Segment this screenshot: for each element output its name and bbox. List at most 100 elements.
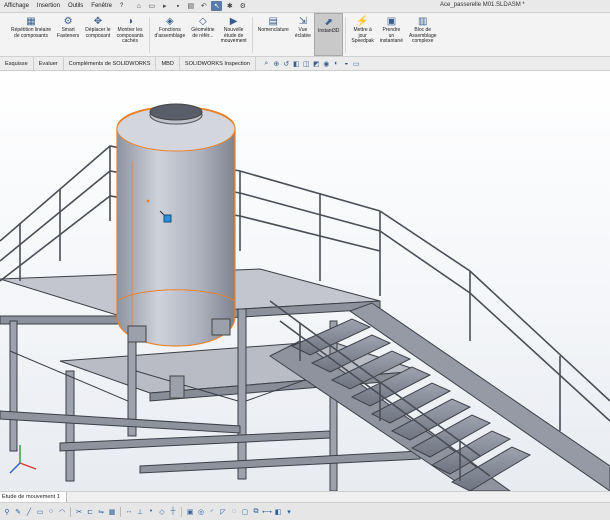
dimension-icon[interactable]: ↔ xyxy=(124,506,134,517)
linear-pattern-icon: ▦ xyxy=(26,15,36,27)
section-view-icon[interactable]: ◧ xyxy=(292,59,301,69)
revolve-icon[interactable]: ◎ xyxy=(196,506,206,517)
ribbon-button-label: Répétition linéaire de composants xyxy=(11,27,52,39)
ribbon-button-label: Bloc de Assemblage complexe xyxy=(408,27,437,45)
home-icon[interactable]: ⌂ xyxy=(133,1,144,11)
hole-icon[interactable]: ◌ xyxy=(229,506,239,517)
line-icon[interactable]: ╱ xyxy=(24,506,34,517)
ribbon-button-show-hidden[interactable]: ◑ Montrer les composants cachés xyxy=(114,13,147,56)
print-icon[interactable]: ▤ xyxy=(185,1,196,11)
large-assembly-icon: ▥ xyxy=(418,15,428,27)
sketch-icon[interactable]: ✎ xyxy=(13,506,23,517)
tab-3[interactable]: MBD xyxy=(156,56,180,71)
menu-bar: Affichage Insertion Outils Fenêtre? ⌂ ▭ ▸ ▪… xyxy=(0,0,610,13)
menu-item-2[interactable]: Outils xyxy=(64,3,87,9)
ribbon-button-label: Mettre à jour Speedpak xyxy=(351,27,374,45)
ribbon-button-reference-geometry[interactable]: ◇ Géométrie de référ... xyxy=(188,13,217,56)
plane-icon[interactable]: ◇ xyxy=(157,506,167,517)
exploded-view-icon: ⇲ xyxy=(298,15,308,27)
offset-icon[interactable]: ⊏ xyxy=(85,506,95,517)
point-icon[interactable]: • xyxy=(146,506,156,517)
select-icon[interactable]: ↖ xyxy=(211,1,223,11)
extrude-icon[interactable]: ▣ xyxy=(185,506,195,517)
ribbon-button-label: Prendre un instantané xyxy=(379,27,403,45)
tab-1[interactable]: Evaluer xyxy=(34,56,64,71)
ribbon-button-label: Fonctions d'assemblage xyxy=(154,27,186,39)
undo-icon[interactable]: ↶ xyxy=(198,1,209,11)
open-icon[interactable]: ▸ xyxy=(159,1,170,11)
ribbon-button-speedpak[interactable]: ⚡ Mettre à jour Speedpak xyxy=(348,13,377,56)
bottom-toolbar: ⚲ ✎ ╱ ▭ ○ ◠ ✂ ⊏ ⇋ ▦ ↔ ⊥ • ◇ ┼ ▣ ◎ ◜ ◸ ◌ … xyxy=(0,502,610,520)
assembly-model[interactable] xyxy=(0,71,610,491)
ribbon-button-label: Smart Fasteners xyxy=(57,27,80,39)
save-icon[interactable]: ▪ xyxy=(172,1,183,11)
mate-icon[interactable]: ⧉ xyxy=(251,506,261,517)
arc-icon[interactable]: ◠ xyxy=(57,506,67,517)
previous-view-icon[interactable]: ↺ xyxy=(282,59,291,69)
command-manager-ribbon: ▦ Répétition linéaire de composants ⚙ Smart… xyxy=(0,13,610,57)
menu-item-3[interactable]: Fenêtre xyxy=(87,3,116,9)
display-style-icon[interactable]: ◩ xyxy=(312,59,321,69)
filter-icon[interactable]: ⚲ xyxy=(2,506,12,517)
speedpak-icon: ⚡ xyxy=(356,15,369,27)
menu-item-0[interactable]: Affichage xyxy=(0,3,33,9)
hide-show-icon[interactable]: ◉ xyxy=(322,59,331,69)
chamfer-icon[interactable]: ◸ xyxy=(218,506,228,517)
more-icon[interactable]: ▾ xyxy=(284,506,294,517)
relation-icon[interactable]: ⊥ xyxy=(135,506,145,517)
new-doc-icon[interactable]: ▭ xyxy=(146,1,157,11)
fillet-icon[interactable]: ◜ xyxy=(207,506,217,517)
instant3d-icon: ⬈ xyxy=(324,16,333,28)
rebuild-icon[interactable]: ✱ xyxy=(224,1,235,11)
document-title: Ace_passerelle M01.SLDASM * xyxy=(440,2,525,8)
ribbon-button-large-assembly[interactable]: ▥ Bloc de Assemblage complexe xyxy=(406,13,440,56)
axis-icon[interactable]: ┼ xyxy=(168,506,178,517)
motion-study-icon: ▶ xyxy=(229,15,238,27)
tab-4[interactable]: SOLIDWORKS Inspection xyxy=(180,56,256,71)
ribbon-button-label: Montrer les composants cachés xyxy=(116,27,144,45)
measure-icon[interactable]: ⟷ xyxy=(262,506,272,517)
zoom-area-icon[interactable]: ⊕ xyxy=(272,59,281,69)
pattern-icon[interactable]: ▦ xyxy=(107,506,117,517)
motion-study-tab[interactable]: Étude de mouvement 1 xyxy=(0,492,67,502)
ribbon-button-instant3d[interactable]: ⬈ Instant3D xyxy=(313,13,344,56)
scene-icon[interactable]: ◒ xyxy=(342,59,351,69)
reference-geometry-icon: ◇ xyxy=(199,15,207,27)
assembly-features-icon: ◈ xyxy=(166,15,174,27)
motion-study-bar: Étude de mouvement 1 xyxy=(0,491,610,502)
ribbon-button-label: Géométrie de référ... xyxy=(191,27,215,39)
mirror-icon[interactable]: ⇋ xyxy=(96,506,106,517)
rectangle-icon[interactable]: ▭ xyxy=(35,506,45,517)
ribbon-button-bom[interactable]: ▤ Nomenclature xyxy=(255,13,292,56)
menu-item-1[interactable]: Insertion xyxy=(33,3,64,9)
ribbon-button-move-component[interactable]: ✥ Déplacer le composant xyxy=(82,13,113,56)
tab-2[interactable]: Compléments de SOLIDWORKS xyxy=(64,56,157,71)
ribbon-button-label: Nouvelle étude de mouvement xyxy=(220,27,247,45)
ribbon-button-snapshot[interactable]: ▣ Prendre un instantané xyxy=(377,13,406,56)
ribbon-button-label: Nomenclature xyxy=(257,27,289,33)
ribbon-button-linear-pattern[interactable]: ▦ Répétition linéaire de composants xyxy=(8,13,54,56)
options-icon[interactable]: ⚙ xyxy=(237,1,248,11)
circle-icon[interactable]: ○ xyxy=(46,506,56,517)
tab-0[interactable]: Esquisse xyxy=(0,56,34,71)
ribbon-button-exploded-view[interactable]: ⇲ Vue éclatée xyxy=(292,13,314,56)
zoom-fit-icon[interactable]: ⌕ xyxy=(262,59,271,69)
ribbon-button-label: Instant3D xyxy=(317,28,340,34)
smart-fasteners-icon: ⚙ xyxy=(63,15,73,27)
ribbon-button-assembly-features[interactable]: ◈ Fonctions d'assemblage xyxy=(152,13,189,56)
ribbon-button-smart-fasteners[interactable]: ⚙ Smart Fasteners xyxy=(54,13,82,56)
ribbon-button-label: Déplacer le composant xyxy=(85,27,111,39)
edit-appearance-icon[interactable]: ◐ xyxy=(332,59,341,69)
trim-icon[interactable]: ✂ xyxy=(74,506,84,517)
section-icon[interactable]: ◧ xyxy=(273,506,283,517)
move-component-icon: ✥ xyxy=(93,15,103,27)
shell-icon[interactable]: ▢ xyxy=(240,506,250,517)
show-hidden-icon: ◑ xyxy=(127,15,134,27)
view-orientation-icon[interactable]: ◫ xyxy=(302,59,311,69)
view-settings-icon[interactable]: ▭ xyxy=(352,59,361,69)
ribbon-button-motion-study[interactable]: ▶ Nouvelle étude de mouvement xyxy=(218,13,250,56)
bom-icon: ▤ xyxy=(268,15,278,27)
snapshot-icon: ▣ xyxy=(386,15,397,27)
menu-item-4[interactable]: ? xyxy=(116,3,127,9)
graphics-area[interactable] xyxy=(0,71,610,491)
